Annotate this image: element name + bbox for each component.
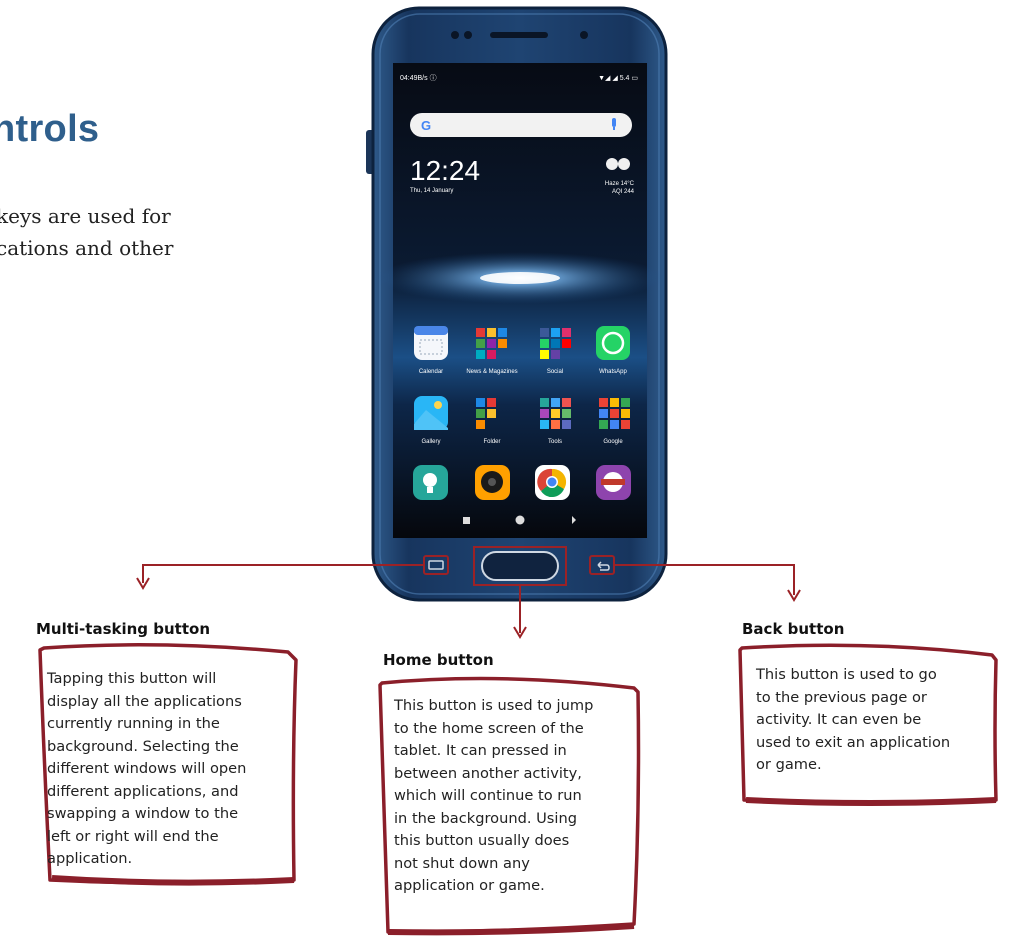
text-line: left or right will end the: [47, 827, 219, 845]
text-line: tablet. It can pressed in: [394, 742, 567, 759]
app-whatsapp[interactable]: [596, 326, 630, 360]
text-line: display all the applications: [47, 692, 242, 710]
text-line: background. Selecting the: [47, 737, 239, 755]
google-logo-icon: G: [421, 118, 431, 133]
multitask-description: Tapping this button will display all the…: [47, 668, 292, 871]
home-description: This button is used to jump to the home …: [394, 695, 639, 898]
text-line: to the home screen of the: [394, 719, 584, 737]
recents-nav-icon[interactable]: [463, 517, 470, 524]
front-camera-icon: [580, 31, 588, 39]
text-line: different windows will open: [47, 760, 247, 777]
search-bar[interactable]: [410, 113, 632, 137]
text-line: not shut down any: [394, 854, 530, 872]
back-title: Back button: [742, 620, 845, 638]
app-gallery[interactable]: [414, 396, 448, 430]
earpiece-speaker: [490, 32, 548, 38]
dock-bulb-app[interactable]: [413, 465, 448, 500]
weather-temp: Haze 14°C: [605, 181, 635, 187]
text-line: different applications, and: [47, 782, 239, 800]
app-google[interactable]: [599, 398, 630, 429]
date: Thu, 14 January: [410, 188, 453, 194]
text-line: swapping a window to the: [47, 805, 239, 822]
app-label: News & Magazines: [466, 369, 517, 375]
weather-aqi: AQI 244: [612, 189, 635, 195]
weather-icon: [606, 158, 618, 170]
app-tools[interactable]: [540, 398, 571, 429]
status-right: ▼◢ ◢ 5.4 ▭: [598, 75, 638, 82]
text-line: or game.: [756, 756, 822, 773]
status-left: 04:49B/s ⓘ: [400, 74, 437, 82]
app-label: Tools: [548, 439, 562, 445]
text-line: This button is used to jump: [394, 697, 594, 714]
app-calendar[interactable]: [414, 326, 448, 360]
home-button[interactable]: [481, 551, 559, 581]
app-label: Folder: [483, 439, 500, 445]
app-label: Gallery: [421, 439, 440, 445]
text-line: this button usually does: [394, 832, 570, 849]
app-label: Social: [547, 369, 563, 375]
home-title: Home button: [383, 651, 494, 669]
app-label: WhatsApp: [599, 369, 627, 375]
clock: 12:24: [410, 155, 480, 186]
app-label: Google: [603, 439, 623, 445]
text-line: Tapping this button will: [47, 670, 217, 687]
back-description: This button is used to go to the previou…: [756, 664, 996, 777]
mic-icon: [612, 118, 616, 127]
home-nav-icon[interactable]: [515, 515, 525, 525]
text-line: to the previous page or: [756, 688, 927, 706]
dock-transit-app[interactable]: [596, 465, 631, 500]
text-line: used to exit an application: [756, 733, 951, 751]
text-line: currently running in the: [47, 715, 220, 732]
text-line: between another activity,: [394, 764, 582, 782]
sensor-icon: [451, 31, 459, 39]
text-line: application or game.: [394, 877, 545, 894]
text-line: which will continue to run: [394, 787, 582, 804]
app-label: Calendar: [419, 369, 443, 375]
dock-camera-app[interactable]: [475, 465, 510, 500]
text-line: This button is used to go: [756, 666, 937, 683]
text-line: activity. It can even be: [756, 711, 922, 728]
multitask-title: Multi-tasking button: [36, 620, 211, 638]
text-line: application.: [47, 850, 133, 867]
dock-chrome-icon[interactable]: [535, 465, 570, 500]
text-line: in the background. Using: [394, 809, 577, 827]
